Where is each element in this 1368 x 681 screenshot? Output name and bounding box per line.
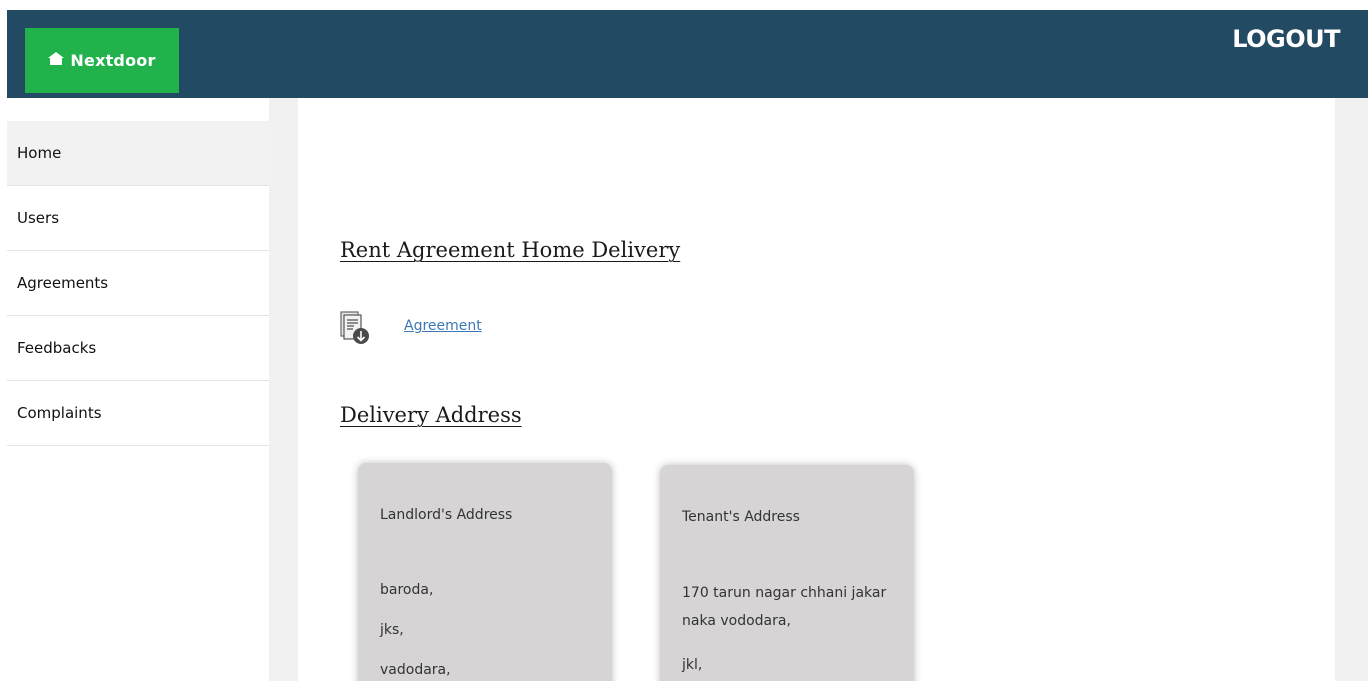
sidebar-item-agreements[interactable]: Agreements <box>7 251 269 316</box>
landlord-address-line: jks, <box>380 622 404 638</box>
landlord-address-title: Landlord's Address <box>380 507 513 523</box>
top-navbar: Nextdoor LOGOUT <box>7 10 1368 98</box>
logout-button[interactable]: LOGOUT <box>1232 25 1340 53</box>
landlord-address-line: baroda, <box>380 582 434 598</box>
tenant-address-line: jkl, <box>682 657 703 673</box>
sidebar-item-label: Users <box>17 209 60 227</box>
sidebar-item-label: Complaints <box>17 404 102 422</box>
tenant-address-line: 170 tarun nagar chhani jakar naka vododa… <box>682 585 887 629</box>
tenant-address-card: Tenant's Address 170 tarun nagar chhani … <box>660 465 914 681</box>
landlord-address-line: vadodara, <box>380 662 451 678</box>
logo-text: Nextdoor <box>70 51 156 70</box>
document-download-icon[interactable] <box>340 311 370 345</box>
sidebar-item-home[interactable]: Home <box>7 121 269 186</box>
house-icon <box>48 52 65 69</box>
rent-agreement-title: Rent Agreement Home Delivery <box>340 238 681 262</box>
agreement-link[interactable]: Agreement <box>404 318 482 334</box>
sidebar-item-label: Agreements <box>17 274 109 292</box>
page: Nextdoor LOGOUT Home Users Agreements Fe… <box>0 0 1368 681</box>
tenant-address-title: Tenant's Address <box>682 509 800 525</box>
sidebar-item-label: Feedbacks <box>17 339 97 357</box>
sidebar-item-users[interactable]: Users <box>7 186 269 251</box>
sidebar-item-feedbacks[interactable]: Feedbacks <box>7 316 269 381</box>
delivery-address-title: Delivery Address <box>340 403 522 427</box>
sidebar-item-label: Home <box>17 144 62 162</box>
brand-logo[interactable]: Nextdoor <box>25 28 179 93</box>
sidebar-item-complaints[interactable]: Complaints <box>7 381 269 446</box>
sidebar-nav: Home Users Agreements Feedbacks Complain… <box>7 121 269 446</box>
landlord-address-card: Landlord's Address baroda, jks, vadodara… <box>358 463 612 681</box>
